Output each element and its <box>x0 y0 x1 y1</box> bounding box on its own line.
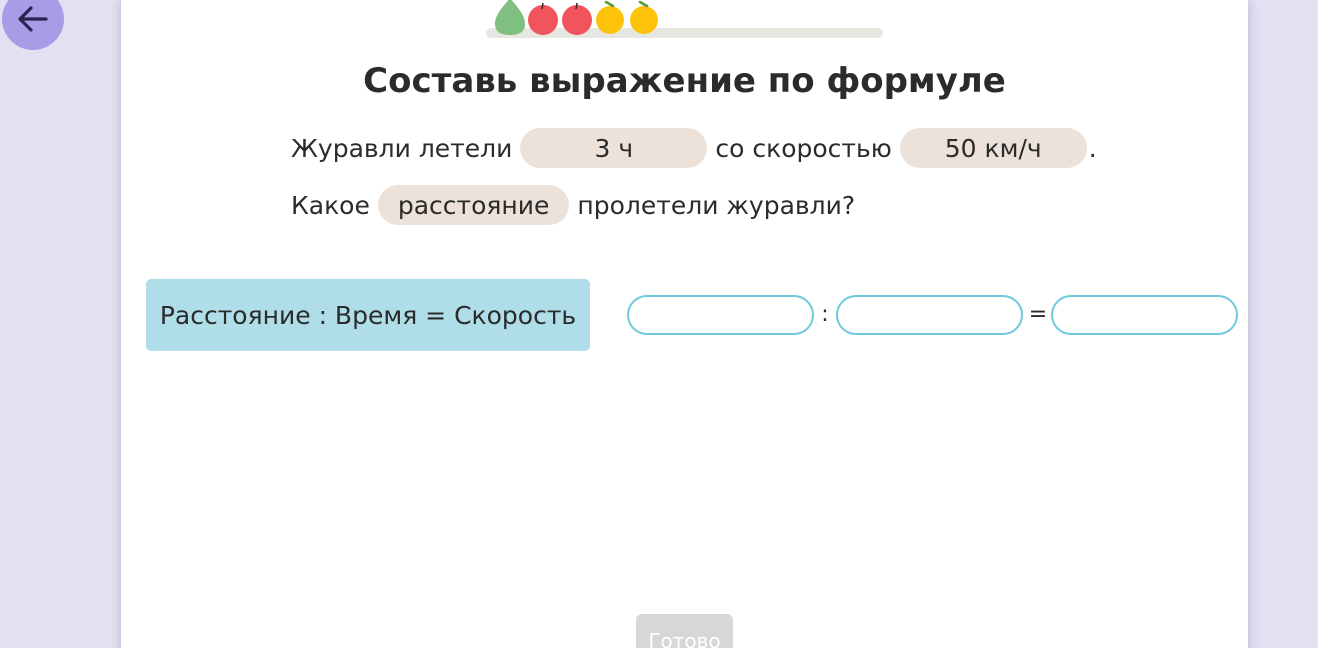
problem-text: Журавли летели <box>291 133 513 163</box>
equals-operator: = <box>1028 302 1048 327</box>
task-card: Составь выражение по формуле Журавли лет… <box>121 0 1248 648</box>
problem-text: Какое <box>291 190 370 220</box>
answer-slot-dividend[interactable] <box>627 295 814 335</box>
distance-chip[interactable]: расстояние <box>377 185 570 225</box>
progress-indicator <box>486 0 883 40</box>
answer-slot-divisor[interactable] <box>836 295 1023 335</box>
time-chip[interactable]: 3 ч <box>520 128 708 168</box>
problem-text: со скоростью <box>715 133 892 163</box>
orange-icon <box>630 0 658 34</box>
apple-icon <box>528 2 558 35</box>
answer-slot-result[interactable] <box>1051 295 1238 335</box>
problem-line-2: Какое расстояние пролетели журавли? <box>291 184 855 226</box>
speed-chip[interactable]: 50 км/ч <box>899 128 1087 168</box>
orange-icon <box>596 0 624 34</box>
problem-text: пролетели журавли? <box>577 190 856 220</box>
problem-text: . <box>1088 133 1097 163</box>
formula-card[interactable]: Расстояние : Время = Скорость <box>146 279 590 351</box>
divide-operator: : <box>821 302 829 327</box>
apple-icon <box>562 2 592 35</box>
task-title: Составь выражение по формуле <box>363 61 1006 101</box>
pear-icon <box>495 0 525 35</box>
arrow-left-icon <box>18 6 48 32</box>
back-button[interactable] <box>2 0 64 50</box>
done-button[interactable]: Готово <box>636 614 733 648</box>
problem-line-1: Журавли летели 3 ч со скоростью 50 км/ч … <box>291 127 1097 169</box>
progress-fruits <box>495 0 658 35</box>
